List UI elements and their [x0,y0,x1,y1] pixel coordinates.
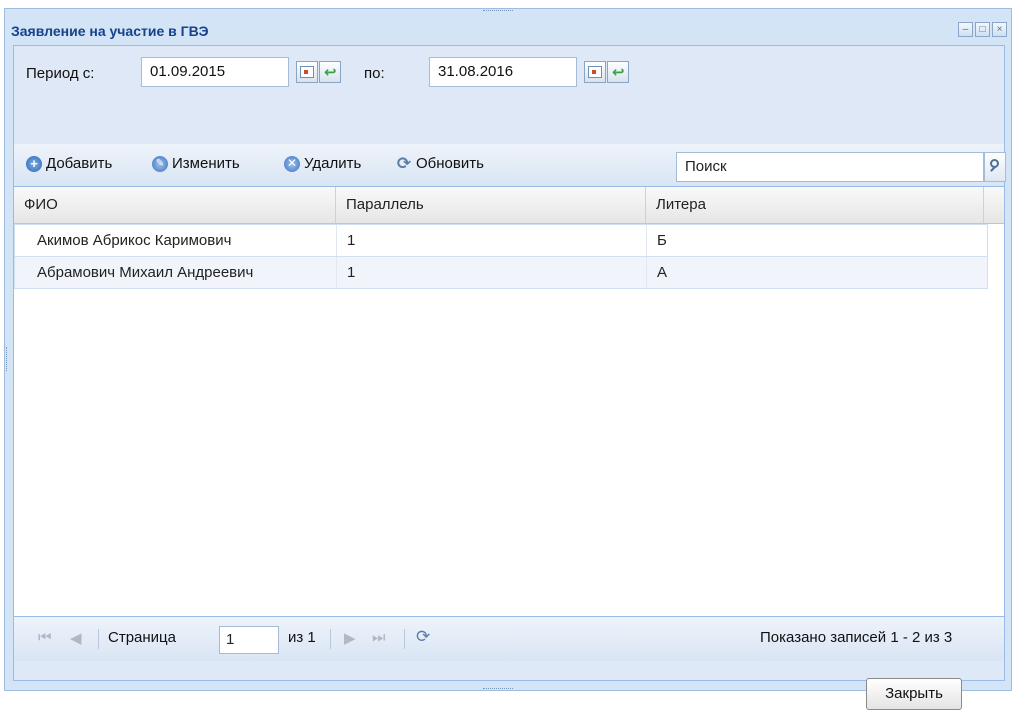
period-to-input[interactable]: 31.08.2016 [429,57,577,87]
separator [98,629,99,649]
prev-page-icon[interactable]: ◀ [70,629,82,647]
table-row[interactable]: Акимов Абрикос Каримович 1 Б [14,224,988,257]
table-row[interactable]: Абрамович Михаил Андреевич 1 А [14,256,988,289]
grid-header: ФИО Параллель Литера [14,187,1004,224]
window-controls: – □ × [958,22,1007,37]
minimize-icon[interactable]: – [958,22,973,37]
cell-parallel: 1 [337,225,647,256]
add-button[interactable]: + Добавить [26,155,112,172]
delete-button-label: Удалить [304,155,362,172]
resize-grip-bottom[interactable] [483,685,513,689]
title-bar[interactable]: Заявление на участие в ГВЭ – □ × [5,17,1011,45]
column-header-fio[interactable]: ФИО [14,187,336,223]
period-to-label: по: [364,65,385,82]
cell-parallel: 1 [337,257,647,288]
refresh-button[interactable]: ⟳ Обновить [396,153,484,173]
refresh-icon[interactable]: ⟳ [416,627,430,647]
refresh-icon: ⟳ [396,153,412,173]
refresh-button-label: Обновить [416,155,484,172]
period-from-label: Период с: [26,65,95,82]
last-page-icon[interactable]: ⏭ [372,629,386,646]
close-button[interactable]: Закрыть [866,678,962,710]
cell-litera: Б [657,232,667,249]
delete-icon: ✕ [284,155,300,172]
pencil-icon: ✎ [152,155,168,172]
search-icon[interactable] [984,152,1006,182]
paging-toolbar: ⏮ ◀ Страница 1 из 1 ▶ ⏭ ⟳ Показано запис… [14,616,1004,661]
dialog-window: Заявление на участие в ГВЭ – □ × Период … [4,8,1012,691]
page-number-input[interactable]: 1 [219,626,279,654]
period-filter: Период с: 01.09.2015 ↩ по: 31.08.2016 ↩ [14,46,1004,145]
search-input[interactable]: Поиск [676,152,984,182]
applications-grid: ФИО Параллель Литера Акимов Абрикос Кари… [14,187,1004,616]
calendar-icon[interactable] [584,61,606,83]
column-header-parallel[interactable]: Параллель [336,187,646,223]
delete-button[interactable]: ✕ Удалить [284,155,361,172]
main-panel: Период с: 01.09.2015 ↩ по: 31.08.2016 ↩ … [13,45,1006,681]
grid-toolbar: + Добавить ✎ Изменить ✕ Удалить ⟳ Обнови… [14,144,1006,187]
calendar-icon[interactable] [296,61,318,83]
close-icon[interactable]: × [992,22,1007,37]
plus-icon: + [26,155,42,172]
period-from-input[interactable]: 01.09.2015 [141,57,289,87]
column-header-litera[interactable]: Литера [646,187,984,223]
clear-date-icon[interactable]: ↩ [607,61,629,83]
resize-grip-top[interactable] [483,10,513,14]
separator [330,629,331,649]
next-page-icon[interactable]: ▶ [344,629,356,647]
page-count-label: из 1 [288,629,316,646]
separator [404,629,405,649]
window-title: Заявление на участие в ГВЭ [11,23,209,39]
cell-litera: А [657,264,668,281]
edit-button-label: Изменить [172,155,240,172]
add-button-label: Добавить [46,155,113,172]
cell-fio: Акимов Абрикос Каримович [27,225,337,256]
edit-button[interactable]: ✎ Изменить [152,155,240,172]
maximize-icon[interactable]: □ [975,22,990,37]
cell-fio: Абрамович Михаил Андреевич [27,257,337,288]
resize-grip-left[interactable] [6,347,10,371]
clear-date-icon[interactable]: ↩ [319,61,341,83]
page-label: Страница [108,629,176,646]
first-page-icon[interactable]: ⏮ [38,629,52,646]
records-summary: Показано записей 1 - 2 из 3 [760,629,953,646]
